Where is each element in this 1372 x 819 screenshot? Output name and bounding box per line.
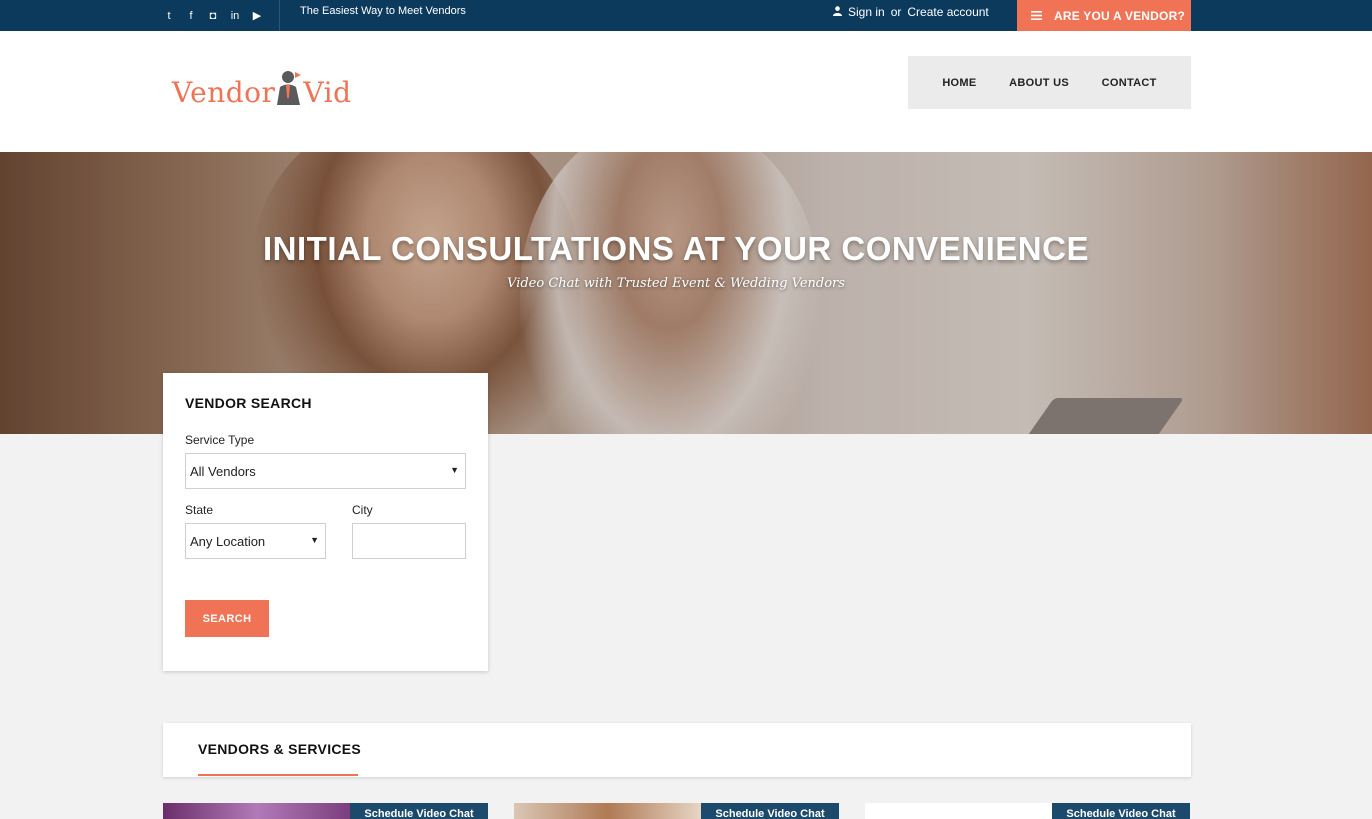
site-header: Vendor Vid HOME ABOUT US CONTACT: [0, 31, 1372, 152]
service-type-value: All Vendors: [190, 463, 256, 479]
vendors-services-tab[interactable]: VENDORS & SERVICES: [198, 741, 361, 757]
sign-in-link[interactable]: Sign in: [848, 5, 885, 19]
or-text: or: [890, 5, 902, 19]
chevron-down-icon: ▼: [310, 535, 319, 545]
vendor-card[interactable]: Schedule Video Chat: [514, 803, 839, 819]
nav-home[interactable]: HOME: [942, 77, 976, 89]
vendor-card[interactable]: Schedule Video Chat: [163, 803, 488, 819]
state-select[interactable]: Any Location ▼: [185, 523, 326, 559]
linkedin-icon[interactable]: in: [228, 10, 242, 22]
schedule-video-chat-button[interactable]: Schedule Video Chat: [701, 803, 839, 819]
city-input[interactable]: [352, 523, 466, 559]
hero-title: INITIAL CONSULTATIONS AT YOUR CONVENIENC…: [263, 230, 1089, 267]
vendor-card-image: [514, 803, 701, 819]
twitter-icon[interactable]: t: [162, 10, 176, 22]
youtube-icon[interactable]: ▶: [250, 9, 264, 22]
vendor-search-card: VENDOR SEARCH Service Type All Vendors ▼…: [163, 373, 488, 671]
logo[interactable]: Vendor Vid: [172, 69, 352, 109]
chevron-down-icon: ▼: [450, 465, 459, 475]
nav-about-us[interactable]: ABOUT US: [1009, 77, 1069, 89]
state-label: State: [185, 503, 214, 517]
schedule-video-chat-button[interactable]: Schedule Video Chat: [1052, 803, 1190, 819]
search-button[interactable]: SEARCH: [185, 600, 269, 637]
top-bar: t f ◘ in ▶ The Easiest Way to Meet Vendo…: [0, 0, 1372, 31]
vendor-card-image: [865, 803, 1052, 819]
service-type-select[interactable]: All Vendors ▼: [185, 453, 466, 489]
vendor-card[interactable]: Schedule Video Chat: [865, 803, 1190, 819]
logo-person-icon: [276, 69, 302, 105]
divider: [279, 0, 280, 31]
user-icon: [833, 5, 842, 19]
vendors-services-section: VENDORS & SERVICES: [163, 723, 1191, 777]
tagline: The Easiest Way to Meet Vendors: [300, 5, 466, 17]
instagram-icon[interactable]: ◘: [206, 10, 220, 22]
facebook-icon[interactable]: f: [184, 10, 198, 22]
city-label: City: [352, 503, 373, 517]
active-tab-indicator: [198, 774, 358, 776]
vendor-cta-label: ARE YOU A VENDOR?: [1054, 8, 1185, 23]
vendor-search-heading: VENDOR SEARCH: [185, 395, 312, 411]
service-type-label: Service Type: [185, 433, 255, 447]
logo-text-right: Vid: [303, 76, 352, 109]
schedule-video-chat-button[interactable]: Schedule Video Chat: [350, 803, 488, 819]
account-links: Sign in or Create account: [833, 0, 989, 24]
nav-contact[interactable]: CONTACT: [1102, 77, 1157, 89]
state-value: Any Location: [190, 533, 266, 549]
create-account-link[interactable]: Create account: [907, 5, 988, 19]
social-links: t f ◘ in ▶: [162, 0, 264, 31]
main-nav: HOME ABOUT US CONTACT: [908, 56, 1191, 109]
hero-subtitle: Video Chat with Trusted Event & Wedding …: [507, 276, 845, 291]
are-you-a-vendor-button[interactable]: ARE YOU A VENDOR?: [1017, 0, 1191, 31]
menu-icon: [1031, 9, 1042, 23]
logo-text-left: Vendor: [172, 76, 276, 109]
vendor-card-image: [163, 803, 350, 819]
